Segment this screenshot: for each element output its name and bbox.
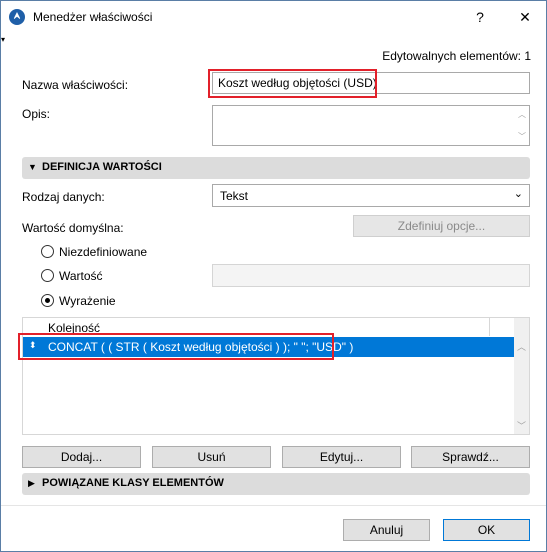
add-button[interactable]: Dodaj... xyxy=(22,446,141,468)
default-value-label: Wartość domyślna: xyxy=(22,221,124,235)
data-type-select[interactable]: Tekst ⌄ xyxy=(212,184,530,207)
chevron-down-icon: ⌄ xyxy=(513,188,523,200)
highlight-box xyxy=(208,69,377,98)
scroll-down-icon[interactable]: ﹀ xyxy=(517,419,526,432)
description-label: Opis: xyxy=(22,107,51,121)
radio-undefined-label: Niezdefiniowane xyxy=(59,245,148,259)
scroll-up-icon[interactable]: ︿ xyxy=(517,340,526,353)
cancel-button[interactable]: Anuluj xyxy=(343,519,430,541)
section-title: POWIĄZANE KLASY ELEMENTÓW xyxy=(42,477,224,489)
check-button[interactable]: Sprawdź... xyxy=(411,446,530,468)
property-manager-dialog: Menedżer właściwości ? ✕ ▾ Edytowalnych … xyxy=(0,0,547,552)
radio-value[interactable] xyxy=(41,269,54,282)
section-title: DEFINICJA WARTOŚCI xyxy=(42,161,162,173)
scroll-up-icon[interactable]: ︿ xyxy=(518,109,526,120)
define-options-button[interactable]: Zdefiniuj opcje... xyxy=(353,215,530,237)
property-name-label: Nazwa właściwości: xyxy=(22,78,129,92)
radio-expression[interactable] xyxy=(41,294,54,307)
value-input[interactable] xyxy=(212,264,530,287)
ok-button[interactable]: OK xyxy=(443,519,530,541)
vertical-scrollbar[interactable]: ︿ ﹀ xyxy=(514,318,529,434)
edit-button[interactable]: Edytuj... xyxy=(282,446,401,468)
data-type-label: Rodzaj danych: xyxy=(22,190,105,204)
close-button[interactable]: ✕ xyxy=(512,7,538,27)
data-type-value: Tekst xyxy=(220,189,249,203)
radio-expression-label: Wyrażenie xyxy=(59,294,116,308)
footer-divider xyxy=(1,505,546,506)
remove-button[interactable]: Usuń xyxy=(152,446,271,468)
expand-triangle-icon: ▶ xyxy=(28,478,35,488)
title-bar: Menedżer właściwości ? ✕ xyxy=(1,1,546,33)
archicad-logo-icon xyxy=(9,9,25,25)
pin-icon: ▾ xyxy=(1,35,6,44)
help-button[interactable]: ? xyxy=(467,7,493,27)
radio-value-label: Wartość xyxy=(59,269,103,283)
radio-undefined[interactable] xyxy=(41,245,54,258)
window-title: Menedżer właściwości xyxy=(33,10,153,24)
section-related-classes[interactable]: ▶ POWIĄZANE KLASY ELEMENTÓW xyxy=(22,473,530,495)
section-value-definition[interactable]: ▼ DEFINICJA WARTOŚCI xyxy=(22,157,530,179)
description-input[interactable]: ︿ ﹀ xyxy=(212,105,530,146)
highlight-box xyxy=(18,333,334,360)
editable-count: Edytowalnych elementów: 1 xyxy=(382,49,531,63)
collapse-triangle-icon: ▼ xyxy=(28,162,37,172)
column-divider xyxy=(489,318,490,336)
scroll-down-icon[interactable]: ﹀ xyxy=(518,131,526,142)
